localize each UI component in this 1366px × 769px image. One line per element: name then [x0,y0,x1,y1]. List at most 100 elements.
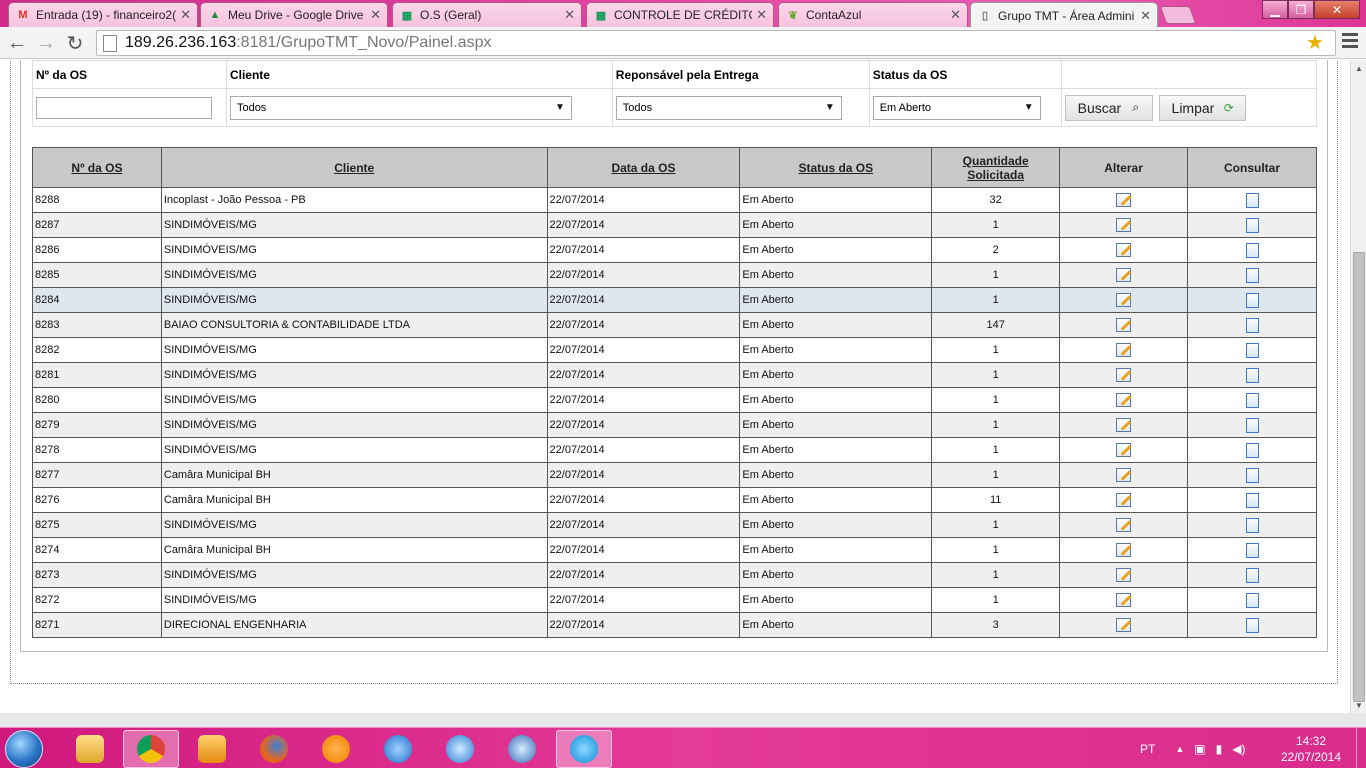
view-document-icon[interactable] [1245,392,1259,408]
bookmark-star-icon[interactable]: ★ [1306,30,1324,55]
view-document-icon[interactable] [1245,317,1259,333]
scroll-down-icon[interactable]: ▼ [1351,697,1366,713]
signal-icon[interactable]: ▮ [1216,742,1223,756]
maximize-button[interactable]: ❐ [1288,0,1314,19]
chevron-down-icon: ▼ [1023,102,1034,113]
taskbar-clock[interactable]: 14:32 22/07/2014 [1276,733,1346,765]
view-document-icon[interactable] [1245,542,1259,558]
edit-icon[interactable] [1116,543,1132,557]
tab-contaazul[interactable]: ❦ ContaAzul ✕ [778,2,968,27]
cell-cliente: Camâra Municipal BH [160,487,548,513]
explorer-icon[interactable] [62,730,118,768]
vertical-scrollbar[interactable]: ▲ ▼ [1350,60,1366,713]
column-header-data[interactable]: Data da OS [546,147,741,188]
chrome-menu-icon[interactable] [1342,33,1358,51]
os-number-input[interactable] [36,96,212,119]
network-icon[interactable] [494,730,550,768]
tray-expand-icon[interactable]: ▲ [1175,744,1184,754]
view-document-icon[interactable] [1245,367,1259,383]
column-header-status[interactable]: Status da OS [739,147,933,188]
limpar-button[interactable]: Limpar ⟳ [1158,94,1247,121]
column-header-cliente[interactable]: Cliente [160,147,548,188]
edit-icon[interactable] [1116,268,1132,282]
reload-icon[interactable]: ↻ [63,31,87,55]
column-header-quantidade[interactable]: Quantidade Solicitada [931,147,1061,188]
view-document-icon[interactable] [1245,217,1259,233]
edit-icon[interactable] [1116,193,1132,207]
itunes-icon[interactable] [432,730,488,768]
close-icon[interactable]: ✕ [180,7,191,23]
cell-consultar [1187,487,1317,513]
back-arrow-icon[interactable]: ← [5,31,29,55]
firefox-icon[interactable] [246,730,302,768]
cell-cliente: Camâra Municipal BH [160,537,548,563]
tab-grupo-tmt[interactable]: ▯ Grupo TMT - Área Admini ✕ [970,2,1158,28]
cell-quantidade: 1 [931,537,1061,563]
device-icon[interactable]: ▣ [1194,742,1205,756]
edit-icon[interactable] [1116,593,1132,607]
cell-status: Em Aberto [739,512,933,538]
minimize-button[interactable]: ▁ [1262,0,1288,19]
edit-icon[interactable] [1116,343,1132,357]
view-document-icon[interactable] [1245,267,1259,283]
view-document-icon[interactable] [1245,292,1259,308]
app-icon[interactable] [370,730,426,768]
new-tab-button[interactable] [1159,6,1197,24]
scrollbar-thumb[interactable] [1353,252,1365,702]
view-document-icon[interactable] [1245,617,1259,633]
close-icon[interactable]: ✕ [1140,8,1151,24]
column-header-os[interactable]: Nº da OS [32,147,162,188]
edit-icon[interactable] [1116,368,1132,382]
chrome-icon[interactable] [123,730,179,768]
close-icon[interactable]: ✕ [370,7,381,23]
view-document-icon[interactable] [1245,417,1259,433]
responsavel-select[interactable]: Todos ▼ [615,95,842,120]
view-document-icon[interactable] [1245,342,1259,358]
volume-icon[interactable]: ◀) [1232,742,1245,756]
start-button[interactable] [5,730,43,768]
window-close-button[interactable]: ✕ [1314,0,1360,19]
edit-icon[interactable] [1116,493,1132,507]
tab-drive[interactable]: ▲ Meu Drive - Google Drive ✕ [200,2,388,27]
tab-os-geral[interactable]: ▦ O.S (Geral) ✕ [392,2,582,27]
language-indicator[interactable]: PT [1140,742,1155,756]
filter-form: Nº da OS Cliente Reponsável pela Entrega… [32,60,1318,127]
view-document-icon[interactable] [1245,242,1259,258]
edit-icon[interactable] [1116,318,1132,332]
view-document-icon[interactable] [1245,467,1259,483]
view-document-icon[interactable] [1245,492,1259,508]
close-icon[interactable]: ✕ [564,7,575,23]
close-icon[interactable]: ✕ [756,7,767,23]
edit-icon[interactable] [1116,443,1132,457]
status-select[interactable]: Em Aberto ▼ [872,95,1041,120]
skype-icon[interactable] [556,730,612,768]
view-document-icon[interactable] [1245,192,1259,208]
horizontal-scrollbar[interactable] [0,713,1366,727]
cell-os: 8275 [32,512,162,538]
outlook-icon[interactable] [184,730,240,768]
view-document-icon[interactable] [1245,442,1259,458]
tab-controle-creditos[interactable]: ▦ CONTROLE DE CRÉDITOS ✕ [586,2,774,27]
edit-icon[interactable] [1116,243,1132,257]
buscar-button[interactable]: Buscar ⌕ [1064,94,1154,121]
address-bar[interactable]: 189.26.236.163:8181/GrupoTMT_Novo/Painel… [96,30,1336,56]
edit-icon[interactable] [1116,418,1132,432]
edit-icon[interactable] [1116,518,1132,532]
refresh-icon: ⟳ [1223,100,1234,115]
forward-arrow-icon[interactable]: → [34,31,58,55]
view-document-icon[interactable] [1245,567,1259,583]
tab-gmail[interactable]: M Entrada (19) - financeiro2( ✕ [8,2,198,27]
edit-icon[interactable] [1116,293,1132,307]
view-document-icon[interactable] [1245,517,1259,533]
close-icon[interactable]: ✕ [950,7,961,23]
avast-icon[interactable] [308,730,364,768]
view-document-icon[interactable] [1245,592,1259,608]
edit-icon[interactable] [1116,393,1132,407]
show-desktop-button[interactable] [1356,728,1366,769]
edit-icon[interactable] [1116,218,1132,232]
edit-icon[interactable] [1116,568,1132,582]
cliente-select[interactable]: Todos ▼ [229,95,572,120]
edit-icon[interactable] [1116,468,1132,482]
edit-icon[interactable] [1116,618,1132,632]
scroll-up-icon[interactable]: ▲ [1351,60,1366,76]
